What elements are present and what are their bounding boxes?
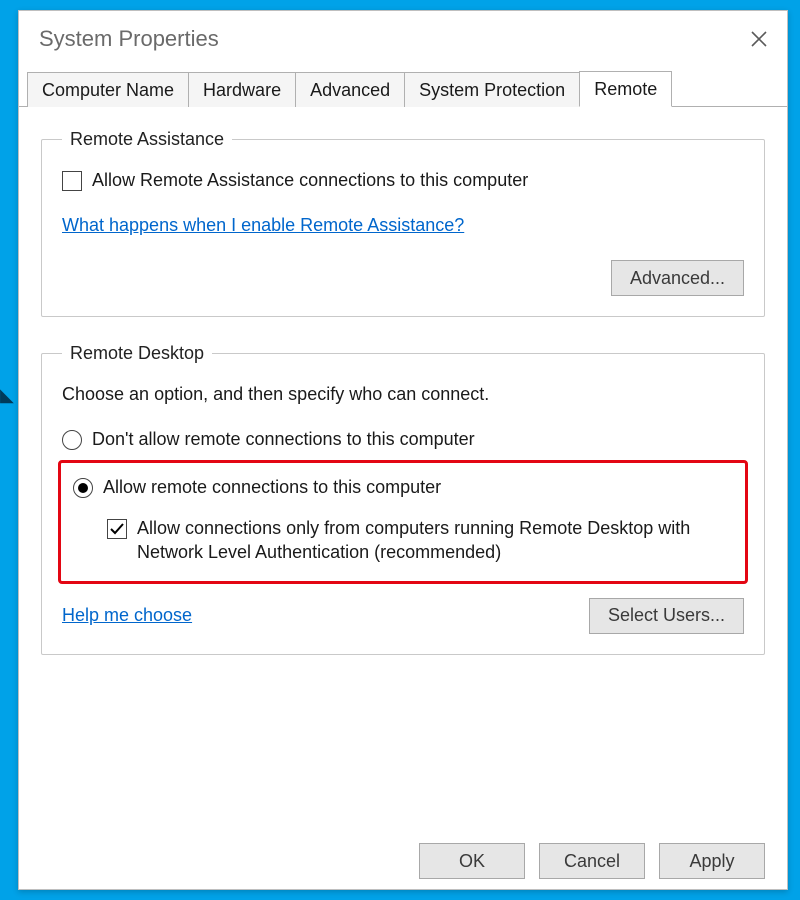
remote-desktop-help-link[interactable]: Help me choose [62,605,192,626]
tab-label: Advanced [310,80,390,100]
radio-allow[interactable] [73,478,93,498]
tabstrip: Computer Name Hardware Advanced System P… [19,67,787,107]
cancel-button[interactable]: Cancel [539,843,645,879]
button-label: Apply [689,851,734,872]
apply-button[interactable]: Apply [659,843,765,879]
radio-deny-label: Don't allow remote connections to this c… [92,429,475,450]
group-legend: Remote Desktop [62,343,212,364]
remote-assistance-advanced-button[interactable]: Advanced... [611,260,744,296]
window-title: System Properties [39,26,219,52]
tab-label: System Protection [419,80,565,100]
nla-row[interactable]: Allow connections only from computers ru… [73,516,733,565]
radio-allow-row[interactable]: Allow remote connections to this compute… [73,477,733,498]
radio-allow-label: Allow remote connections to this compute… [103,477,441,498]
button-label: OK [459,851,485,872]
button-label: Cancel [564,851,620,872]
nla-checkbox[interactable] [107,519,127,539]
tab-label: Remote [594,79,657,99]
system-properties-window: System Properties Computer Name Hardware… [18,10,788,890]
group-legend: Remote Assistance [62,129,232,150]
radio-deny-row[interactable]: Don't allow remote connections to this c… [62,429,744,450]
radio-deny[interactable] [62,430,82,450]
close-icon[interactable] [745,25,773,53]
button-label: Advanced... [630,268,725,289]
dialog-footer: OK Cancel Apply [19,843,787,889]
remote-desktop-intro: Choose an option, and then specify who c… [62,384,744,405]
tabpage-remote: Remote Assistance Allow Remote Assistanc… [19,107,787,843]
tab-advanced[interactable]: Advanced [295,72,405,107]
tab-label: Hardware [203,80,281,100]
tab-system-protection[interactable]: System Protection [404,72,580,107]
stray-cursor-decor: ◣ [0,385,14,406]
nla-label: Allow connections only from computers ru… [137,516,733,565]
tab-label: Computer Name [42,80,174,100]
tab-remote[interactable]: Remote [579,71,672,107]
allow-remote-assistance-label: Allow Remote Assistance connections to t… [92,170,528,191]
group-remote-assistance: Remote Assistance Allow Remote Assistanc… [41,129,765,317]
remote-assistance-help-link[interactable]: What happens when I enable Remote Assist… [62,215,464,236]
ok-button[interactable]: OK [419,843,525,879]
button-label: Select Users... [608,605,725,626]
allow-remote-assistance-checkbox[interactable] [62,171,82,191]
tab-computer-name[interactable]: Computer Name [27,72,189,107]
allow-remote-assistance-row[interactable]: Allow Remote Assistance connections to t… [62,170,744,191]
allow-highlight-box: Allow remote connections to this compute… [58,460,748,584]
group-remote-desktop: Remote Desktop Choose an option, and the… [41,343,765,655]
tab-hardware[interactable]: Hardware [188,72,296,107]
select-users-button[interactable]: Select Users... [589,598,744,634]
titlebar: System Properties [19,11,787,67]
